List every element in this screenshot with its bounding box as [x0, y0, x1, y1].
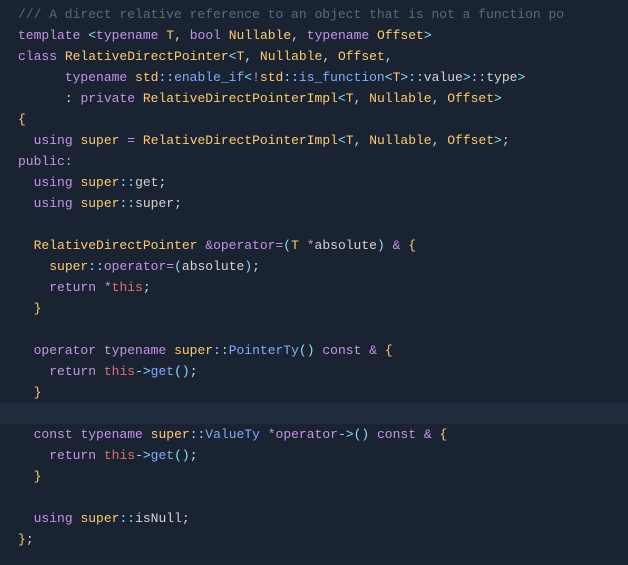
code-line: : private RelativeDirectPointerImpl<T, N…	[0, 88, 628, 109]
code-line	[0, 214, 628, 235]
type-param: Offset	[377, 28, 424, 43]
code-line: typename std::enable_if<!std::is_functio…	[0, 67, 628, 88]
code-line	[0, 487, 628, 508]
type-param: Nullable	[229, 28, 291, 43]
code-line: public:	[0, 151, 628, 172]
code-line: }	[0, 298, 628, 319]
code-line: };	[0, 529, 628, 550]
code-line: class RelativeDirectPointer<T, Nullable,…	[0, 46, 628, 67]
method-name: isNull	[135, 511, 182, 526]
type-param: T	[166, 28, 174, 43]
code-line: /// A direct relative reference to an ob…	[0, 4, 628, 25]
code-line-highlighted	[0, 403, 628, 424]
code-line: RelativeDirectPointer &operator=(T *abso…	[0, 235, 628, 256]
comment-text: /// A direct relative reference to an ob…	[18, 7, 564, 22]
code-line: }	[0, 466, 628, 487]
code-line: return *this;	[0, 277, 628, 298]
namespace: std	[135, 70, 158, 85]
code-line: }	[0, 382, 628, 403]
code-line	[0, 319, 628, 340]
brace-close: }	[18, 532, 26, 547]
code-editor: /// A direct relative reference to an ob…	[0, 4, 628, 550]
code-line: using super::isNull;	[0, 508, 628, 529]
keyword-private: private	[80, 91, 135, 106]
code-line: return this->get();	[0, 361, 628, 382]
code-line: using super::super;	[0, 193, 628, 214]
keyword-class: class	[18, 49, 57, 64]
keyword-public: public:	[18, 154, 73, 169]
keyword-operator: operator	[213, 238, 275, 253]
keyword-using: using	[34, 133, 73, 148]
code-line: {	[0, 109, 628, 130]
keyword-typename: typename	[96, 28, 158, 43]
code-line: using super = RelativeDirectPointerImpl<…	[0, 130, 628, 151]
code-line: return this->get();	[0, 445, 628, 466]
keyword-template: template	[18, 28, 80, 43]
code-line: template <typename T, bool Nullable, typ…	[0, 25, 628, 46]
class-name: RelativeDirectPointer	[65, 49, 229, 64]
code-line: using super::get;	[0, 172, 628, 193]
code-line: const typename super::ValueTy *operator-…	[0, 424, 628, 445]
method-call: get	[151, 364, 174, 379]
param-name: absolute	[315, 238, 377, 253]
keyword-return: return	[49, 280, 96, 295]
code-line: super::operator=(absolute);	[0, 256, 628, 277]
type-name: PointerTy	[229, 343, 299, 358]
keyword-this: this	[112, 280, 143, 295]
type-name: ValueTy	[205, 427, 260, 442]
code-line: operator typename super::PointerTy() con…	[0, 340, 628, 361]
keyword-const: const	[322, 343, 361, 358]
brace-open: {	[18, 112, 26, 127]
